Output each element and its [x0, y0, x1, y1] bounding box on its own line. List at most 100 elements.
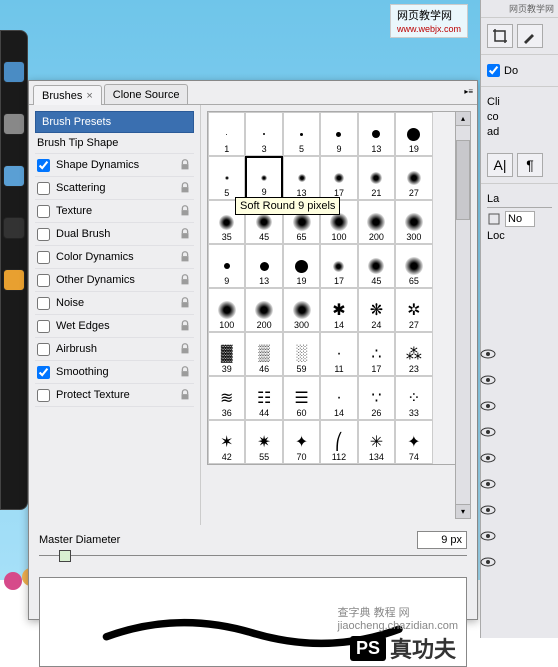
crop-tool-icon[interactable]	[487, 24, 513, 48]
brush-swatch-46[interactable]: ▒46	[245, 332, 282, 376]
eye-icon[interactable]	[480, 554, 496, 570]
lock-icon[interactable]	[178, 319, 192, 333]
lock-icon[interactable]	[178, 158, 192, 172]
brush-swatch-59[interactable]: ░59	[283, 332, 320, 376]
option-checkbox[interactable]	[37, 389, 50, 402]
layer-mode-input[interactable]	[505, 211, 535, 227]
option-row-protect-texture[interactable]: Protect Texture	[35, 384, 194, 407]
diameter-slider[interactable]	[39, 555, 467, 569]
brush-swatch-27[interactable]: ✲27	[395, 288, 432, 332]
option-checkbox[interactable]	[37, 159, 50, 172]
tab-brushes[interactable]: Brushes×	[33, 85, 102, 105]
brush-swatch-13[interactable]: 13	[283, 156, 320, 200]
eye-icon[interactable]	[480, 424, 496, 440]
brush-swatch-17[interactable]: 17	[320, 244, 357, 288]
lock-icon[interactable]	[178, 250, 192, 264]
tab-clone-source[interactable]: Clone Source	[104, 84, 189, 104]
brush-swatch-300[interactable]: 300	[395, 200, 432, 244]
type-align-icon[interactable]: A|	[487, 153, 513, 177]
option-row-shape-dynamics[interactable]: Shape Dynamics	[35, 154, 194, 177]
lock-icon[interactable]	[178, 296, 192, 310]
brush-swatch-55[interactable]: ✷55	[245, 420, 282, 464]
option-checkbox[interactable]	[37, 366, 50, 379]
option-row-dual-brush[interactable]: Dual Brush	[35, 223, 194, 246]
brush-swatch-21[interactable]: 21	[358, 156, 395, 200]
brush-swatch-112[interactable]: ⎛112	[320, 420, 357, 464]
eye-icon[interactable]	[480, 450, 496, 466]
panel-menu-icon[interactable]: ▸≡	[464, 87, 473, 96]
brush-swatch-42[interactable]: ✶42	[208, 420, 245, 464]
brush-swatch-134[interactable]: ✳134	[358, 420, 395, 464]
brush-swatch-5[interactable]: 5	[208, 156, 245, 200]
brush-swatch-60[interactable]: ☰60	[283, 376, 320, 420]
brush-swatch-70[interactable]: ✦70	[283, 420, 320, 464]
lock-icon[interactable]	[178, 227, 192, 241]
brush-swatch-9[interactable]: 9	[320, 112, 357, 156]
brush-swatch-17[interactable]: ∴17	[358, 332, 395, 376]
brush-swatch-1[interactable]: 1	[208, 112, 245, 156]
option-row-airbrush[interactable]: Airbrush	[35, 338, 194, 361]
scroll-down-icon[interactable]: ▾	[456, 504, 470, 518]
option-checkbox[interactable]	[37, 182, 50, 195]
option-row-texture[interactable]: Texture	[35, 200, 194, 223]
option-checkbox[interactable]	[37, 228, 50, 241]
lock-icon[interactable]	[178, 365, 192, 379]
brush-swatch-13[interactable]: 13	[245, 244, 282, 288]
brush-swatch-17[interactable]: 17	[320, 156, 357, 200]
brush-swatch-33[interactable]: ⁘33	[395, 376, 432, 420]
option-row-noise[interactable]: Noise	[35, 292, 194, 315]
checkbox[interactable]	[487, 64, 500, 77]
brush-swatch-5[interactable]: 5	[283, 112, 320, 156]
lock-icon[interactable]	[178, 342, 192, 356]
option-row-color-dynamics[interactable]: Color Dynamics	[35, 246, 194, 269]
brush-swatch-9[interactable]: 9	[245, 156, 282, 200]
option-row-wet-edges[interactable]: Wet Edges	[35, 315, 194, 338]
brush-swatch-44[interactable]: ☷44	[245, 376, 282, 420]
eye-icon[interactable]	[480, 528, 496, 544]
lock-icon[interactable]	[178, 181, 192, 195]
brush-swatch-74[interactable]: ✦74	[395, 420, 432, 464]
eye-icon[interactable]	[480, 476, 496, 492]
brush-swatch-27[interactable]: 27	[395, 156, 432, 200]
option-row-other-dynamics[interactable]: Other Dynamics	[35, 269, 194, 292]
brush-swatch-14[interactable]: ·14	[320, 376, 357, 420]
brush-tip-shape-row[interactable]: Brush Tip Shape	[35, 133, 194, 154]
brush-swatch-45[interactable]: 45	[358, 244, 395, 288]
option-row-scattering[interactable]: Scattering	[35, 177, 194, 200]
option-row-smoothing[interactable]: Smoothing	[35, 361, 194, 384]
brush-swatch-23[interactable]: ⁂23	[395, 332, 432, 376]
eye-icon[interactable]	[480, 502, 496, 518]
grid-scrollbar[interactable]: ▴ ▾	[455, 111, 471, 519]
scroll-thumb[interactable]	[456, 140, 470, 220]
brush-swatch-200[interactable]: 200	[358, 200, 395, 244]
option-checkbox[interactable]	[37, 205, 50, 218]
brush-swatch-24[interactable]: ❋24	[358, 288, 395, 332]
brush-swatch-11[interactable]: ·11	[320, 332, 357, 376]
brush-swatch-3[interactable]: 3	[245, 112, 282, 156]
brush-swatch-9[interactable]: 9	[208, 244, 245, 288]
brush-swatch-26[interactable]: ∵26	[358, 376, 395, 420]
brush-swatch-19[interactable]: 19	[395, 112, 432, 156]
option-checkbox[interactable]	[37, 297, 50, 310]
close-icon[interactable]: ×	[86, 90, 92, 102]
lock-icon[interactable]	[178, 204, 192, 218]
slider-thumb[interactable]	[59, 550, 71, 562]
brush-swatch-39[interactable]: ▓39	[208, 332, 245, 376]
brush-swatch-200[interactable]: 200	[245, 288, 282, 332]
eye-icon[interactable]	[480, 372, 496, 388]
lock-icon[interactable]	[178, 388, 192, 402]
option-checkbox[interactable]	[37, 251, 50, 264]
option-checkbox[interactable]	[37, 274, 50, 287]
brush-swatch-19[interactable]: 19	[283, 244, 320, 288]
brush-swatch-36[interactable]: ≋36	[208, 376, 245, 420]
brush-swatch-65[interactable]: 65	[395, 244, 432, 288]
diameter-input[interactable]	[417, 531, 467, 549]
brush-swatch-13[interactable]: 13	[358, 112, 395, 156]
paragraph-icon[interactable]: ¶	[517, 153, 543, 177]
brush-tool-icon[interactable]	[517, 24, 543, 48]
option-checkbox[interactable]	[37, 320, 50, 333]
scroll-up-icon[interactable]: ▴	[456, 112, 470, 126]
brush-presets-header[interactable]: Brush Presets	[35, 111, 194, 133]
brush-swatch-14[interactable]: ✱14	[320, 288, 357, 332]
brush-swatch-300[interactable]: 300	[283, 288, 320, 332]
